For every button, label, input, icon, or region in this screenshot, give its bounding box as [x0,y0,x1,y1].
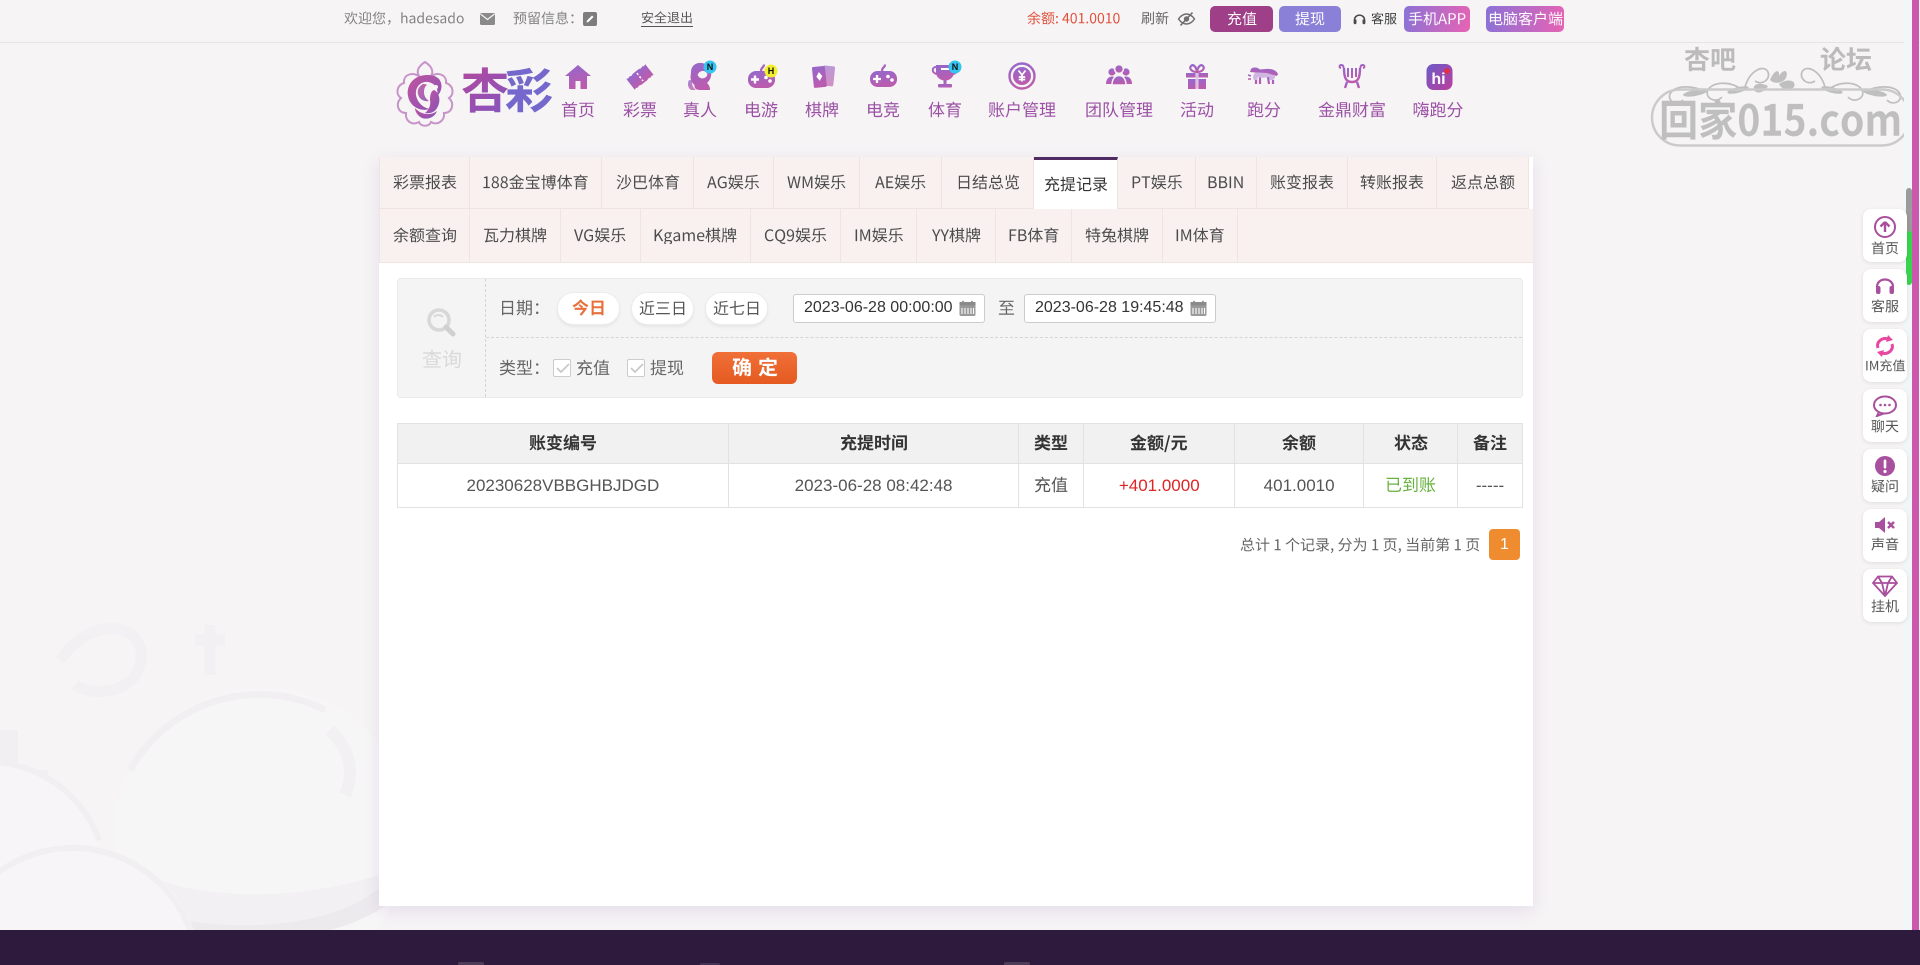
svg-text:H: H [768,66,775,76]
svg-text:N: N [707,62,714,72]
svg-text:N: N [952,62,959,72]
svg-text:hi: hi [1431,71,1445,88]
